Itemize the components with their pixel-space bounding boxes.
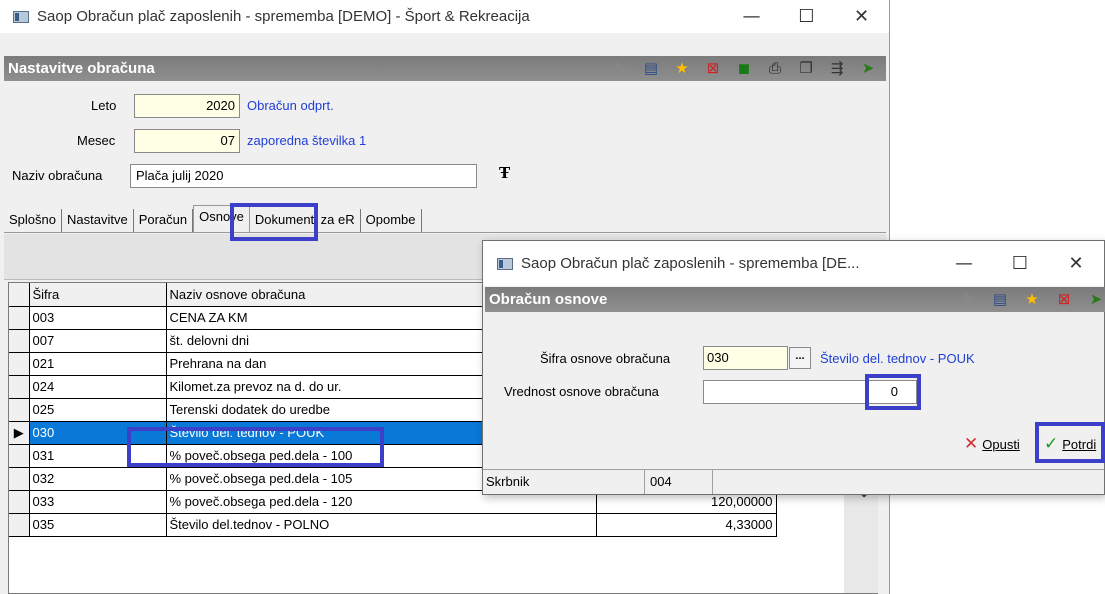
dialog-panel-title: Obračun osnove <box>489 291 608 308</box>
cell-naziv: Število del.tednov - POLNO <box>166 513 597 537</box>
row-indicator <box>9 398 30 422</box>
panel-header: Nastavitve obračuna ✎ ▤ ★ ⊠ ◼ ⎙ ❐ ⇶ ➤ <box>4 56 886 81</box>
cancel-icon: ✕ <box>964 434 979 454</box>
mesec-status: zaporedna številka 1 <box>247 133 367 148</box>
sifra-osnove-name: Število del. tednov - POUK <box>820 351 975 366</box>
status-skrbnik-value: 004 <box>647 470 713 494</box>
row-indicator <box>9 490 30 514</box>
cell-sifra: 025 <box>29 398 167 422</box>
cell-sifra: 035 <box>29 513 167 537</box>
row-indicator: ▶ <box>9 421 30 445</box>
main-window-title: Saop Obračun plač zaposlenih - sprememba… <box>37 8 530 25</box>
exit-icon[interactable]: ➤ <box>1086 289 1105 309</box>
row-indicator <box>9 306 30 330</box>
main-titlebar: Saop Obračun plač zaposlenih - sprememba… <box>0 0 889 33</box>
naziv-input[interactable]: Plača julij 2020 <box>130 164 477 188</box>
leto-status: Obračun odprt. <box>247 98 334 113</box>
row-indicator <box>9 444 30 468</box>
tab-opombe[interactable]: Opombe <box>361 209 422 232</box>
table-row[interactable]: 035 Število del.tednov - POLNO 4,33000 <box>9 513 777 537</box>
delete-icon[interactable]: ⊠ <box>1054 289 1074 309</box>
tab-poracun[interactable]: Poračun <box>134 209 194 232</box>
cell-sifra: 021 <box>29 352 167 376</box>
dialog-minimize-button[interactable]: — <box>936 241 992 286</box>
edit-icon[interactable]: ✎ <box>610 58 630 78</box>
row-indicator-header <box>9 283 30 307</box>
app-icon <box>13 10 29 23</box>
dialog-maximize-button[interactable]: ☐ <box>992 241 1048 286</box>
row-indicator <box>9 352 30 376</box>
dialog-panel-header: Obračun osnove ✎ ▤ ★ ⊠ ➤ <box>485 287 1105 312</box>
cell-vrednost: 4,33000 <box>596 513 777 537</box>
status-skrbnik-label: Skrbnik <box>483 470 645 494</box>
column-header-sifra[interactable]: Šifra <box>29 283 167 307</box>
cell-sifra: 032 <box>29 467 167 491</box>
dialog-close-button[interactable]: ✕ <box>1048 241 1104 286</box>
sifra-osnove-input[interactable]: 030 <box>703 346 788 370</box>
edit-icon[interactable]: ✎ <box>958 289 978 309</box>
columns-icon[interactable]: ▤ <box>641 58 661 78</box>
highlight-osnove-tab <box>230 203 318 241</box>
close-button[interactable]: ✕ <box>834 0 889 33</box>
tab-nastavitve[interactable]: Nastavitve <box>62 209 134 232</box>
sifra-osnove-label: Šifra osnove obračuna <box>540 351 671 366</box>
leto-input[interactable]: 2020 <box>134 94 240 118</box>
dialog-app-icon <box>497 257 513 270</box>
lookup-button[interactable]: ... <box>789 347 811 369</box>
cell-sifra: 007 <box>29 329 167 353</box>
row-indicator <box>9 375 30 399</box>
star-icon[interactable]: ★ <box>1022 289 1042 309</box>
naziv-label: Naziv obračuna <box>12 168 103 183</box>
tab-strip: Splošno Nastavitve Poračun Osnove Dokume… <box>4 205 422 232</box>
cancel-label: Opusti <box>982 436 1020 452</box>
cell-sifra: 033 <box>29 490 167 514</box>
font-icon[interactable]: Ŧ <box>499 164 510 182</box>
highlight-selected-row <box>127 427 384 467</box>
leto-label: Leto <box>91 98 117 113</box>
export-icon[interactable]: ⇶ <box>827 58 847 78</box>
main-toolbar: ✎ ▤ ★ ⊠ ◼ ⎙ ❐ ⇶ ➤ <box>610 58 878 78</box>
highlight-vrednost-input <box>865 374 921 410</box>
delete-icon[interactable]: ⊠ <box>703 58 723 78</box>
copy-icon[interactable]: ❐ <box>796 58 816 78</box>
dialog-status-bar: Skrbnik 004 <box>483 469 1104 494</box>
mesec-input[interactable]: 07 <box>134 129 240 153</box>
star-icon[interactable]: ★ <box>672 58 692 78</box>
row-indicator <box>9 329 30 353</box>
highlight-confirm-button <box>1035 422 1105 463</box>
dialog-titlebar: Saop Obračun plač zaposlenih - sprememba… <box>483 241 1104 286</box>
row-indicator <box>9 513 30 537</box>
minimize-button[interactable]: — <box>724 0 779 33</box>
dialog-toolbar: ✎ ▤ ★ ⊠ ➤ <box>958 289 1105 309</box>
tab-pane-border <box>4 232 886 233</box>
panel-title: Nastavitve obračuna <box>8 60 155 77</box>
mesec-label: Mesec <box>77 133 116 148</box>
vrednost-osnove-label: Vrednost osnove obračuna <box>504 384 659 399</box>
row-indicator <box>9 467 30 491</box>
cancel-button[interactable]: ✕ Opusti <box>960 429 1024 459</box>
cell-sifra: 024 <box>29 375 167 399</box>
exit-icon[interactable]: ➤ <box>858 58 878 78</box>
print-icon[interactable]: ⎙ <box>765 58 785 78</box>
maximize-button[interactable]: ☐ <box>779 0 834 33</box>
dialog-title: Saop Obračun plač zaposlenih - sprememba… <box>521 255 860 272</box>
columns-icon[interactable]: ▤ <box>990 289 1010 309</box>
obracun-osnove-dialog: Saop Obračun plač zaposlenih - sprememba… <box>482 240 1105 495</box>
cell-sifra: 003 <box>29 306 167 330</box>
cube-icon[interactable]: ◼ <box>734 58 754 78</box>
tab-splosno[interactable]: Splošno <box>4 209 62 232</box>
